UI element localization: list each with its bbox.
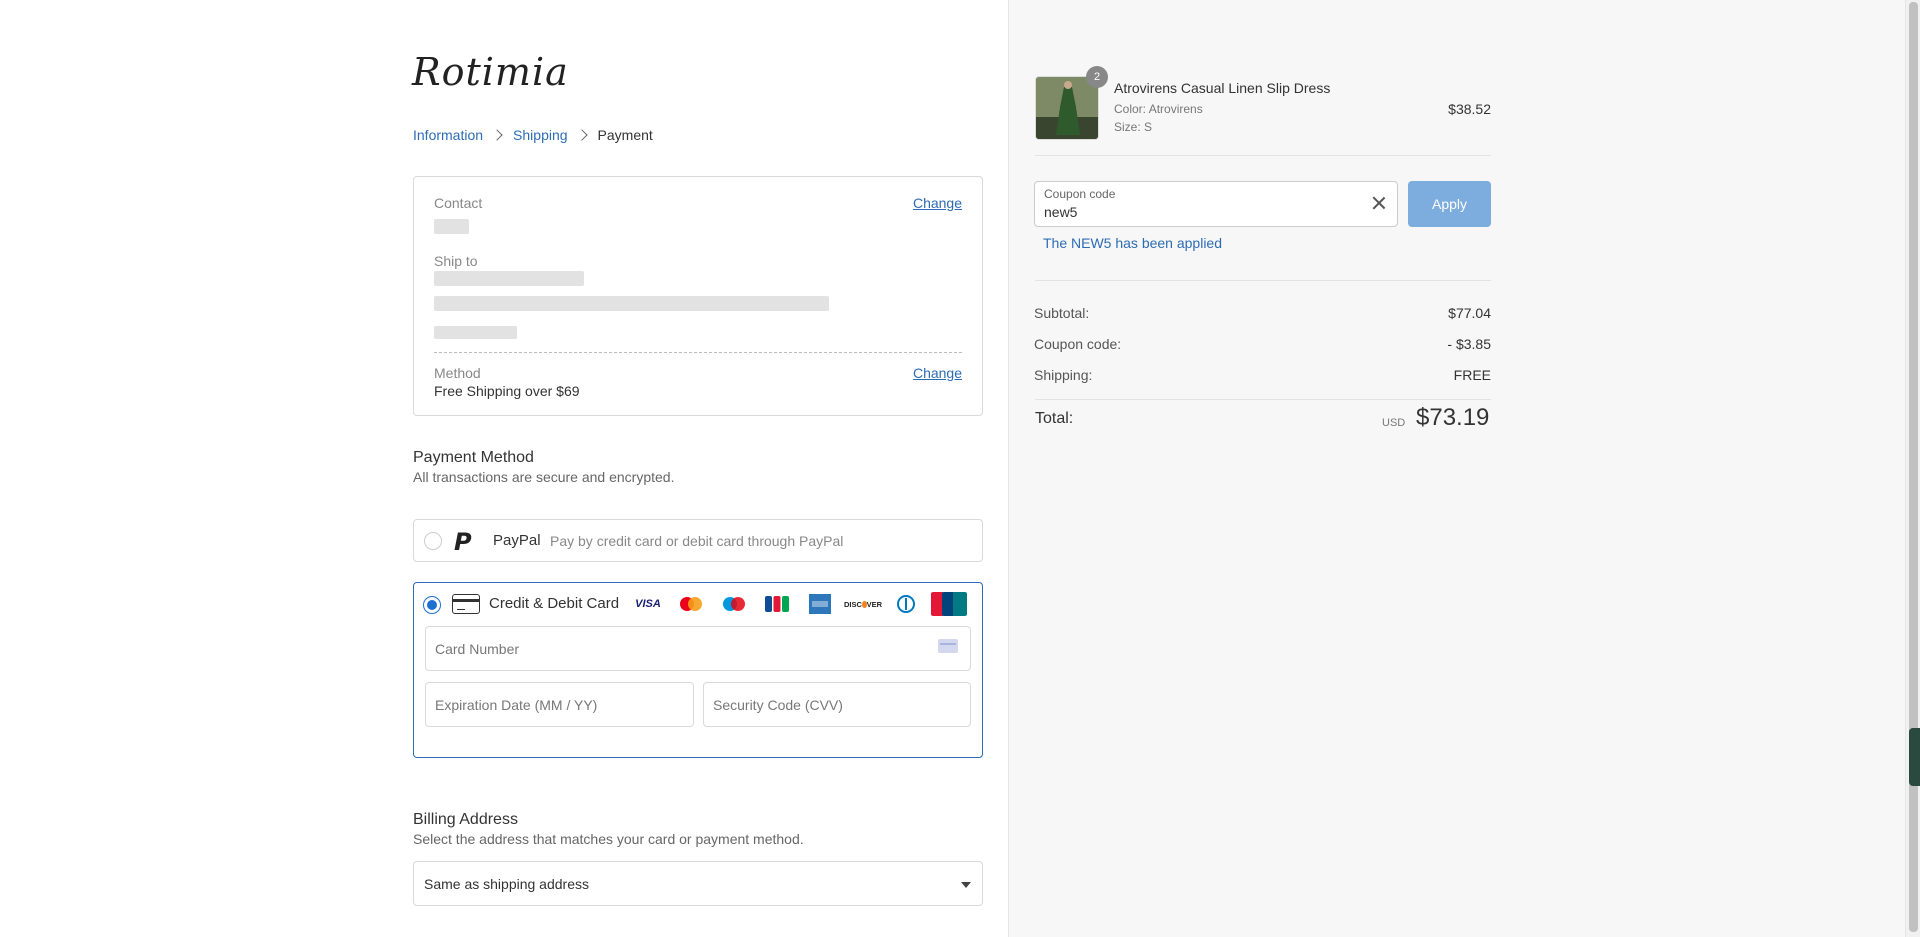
ship-to-line3-redacted (434, 326, 517, 339)
billing-address-selected-value: Same as shipping address (424, 876, 589, 892)
credit-card-icon (452, 594, 480, 614)
jcb-logo-icon (758, 592, 796, 616)
unionpay-logo-icon (930, 592, 968, 616)
cvv-input[interactable] (704, 683, 970, 726)
clear-coupon-icon[interactable] (1371, 195, 1387, 211)
shipping-row: Shipping: FREE (1034, 367, 1491, 383)
coupon-discount-value: - $3.85 (1447, 336, 1491, 352)
contact-label: Contact (434, 195, 483, 211)
quantity-badge: 2 (1086, 66, 1108, 88)
apply-coupon-button[interactable]: Apply (1408, 181, 1491, 227)
expiry-field[interactable] (425, 682, 694, 727)
total-currency: USD (1382, 417, 1406, 429)
expiry-input[interactable] (426, 683, 693, 726)
billing-address-subtitle: Select the address that matches your car… (413, 831, 804, 847)
change-contact-link[interactable]: Change (913, 195, 962, 211)
billing-address-select[interactable]: Same as shipping address (413, 861, 983, 906)
breadcrumb-payment: Payment (597, 127, 653, 143)
coupon-discount-row: Coupon code: - $3.85 (1034, 336, 1491, 352)
change-method-link[interactable]: Change (913, 365, 962, 381)
breadcrumb-information[interactable]: Information (413, 127, 483, 143)
card-number-field[interactable] (425, 626, 971, 671)
discover-logo-icon: DISC VER (844, 599, 882, 609)
paypal-label: PayPal (493, 532, 541, 549)
card-option[interactable]: Credit & Debit Card VISA DISC VER (413, 582, 983, 758)
side-widget-tab[interactable] (1909, 728, 1920, 786)
mastercard-logo-icon (672, 592, 710, 616)
brand-logo[interactable]: Rotimia (412, 50, 569, 94)
subtotal-value: $77.04 (1448, 305, 1491, 321)
cvv-field[interactable] (703, 682, 971, 727)
billing-address-title: Billing Address (413, 811, 518, 828)
product-color: Color: Atrovirens (1114, 102, 1203, 116)
product-size-value: S (1144, 120, 1153, 134)
method-label: Method (434, 365, 481, 381)
payment-method-subtitle: All transactions are secure and encrypte… (413, 469, 675, 485)
method-value: Free Shipping over $69 (434, 383, 580, 399)
paypal-icon: P (454, 528, 472, 556)
chevron-right-icon (491, 129, 503, 141)
visa-logo-icon: VISA (629, 592, 667, 616)
product-size: Size: S (1114, 120, 1152, 134)
divider (1035, 280, 1491, 281)
ship-to-line1-redacted (434, 271, 584, 286)
coupon-field[interactable]: Coupon code new5 (1034, 181, 1398, 227)
total-value: $73.19 (1416, 404, 1490, 431)
coupon-applied-message: The NEW5 has been applied (1043, 235, 1222, 251)
scrollbar-thumb[interactable] (1909, 2, 1918, 932)
coupon-input[interactable]: new5 (1044, 204, 1077, 220)
review-divider (434, 352, 962, 353)
divider (1035, 399, 1491, 400)
page-scrollbar[interactable] (1905, 0, 1920, 937)
subtotal-row: Subtotal: $77.04 (1034, 305, 1491, 321)
payment-method-title: Payment Method (413, 449, 534, 466)
product-price: $38.52 (1448, 101, 1491, 117)
diners-club-logo-icon (887, 592, 925, 616)
total-label: Total: (1035, 410, 1074, 427)
paypal-option[interactable]: P PayPal Pay by credit card or debit car… (413, 519, 983, 562)
maestro-logo-icon (715, 592, 753, 616)
breadcrumb: Information Shipping Payment (413, 127, 653, 143)
chevron-right-icon (575, 129, 588, 141)
coupon-label: Coupon code (1044, 187, 1116, 201)
card-number-card-icon (938, 639, 958, 653)
product-name: Atrovirens Casual Linen Slip Dress (1114, 80, 1331, 96)
paypal-description: Pay by credit card or debit card through… (550, 533, 844, 549)
subtotal-label: Subtotal: (1034, 305, 1090, 321)
product-size-label: Size: (1114, 120, 1141, 134)
paypal-radio[interactable] (424, 532, 442, 550)
product-color-label: Color: (1114, 102, 1147, 116)
checkout-main: Rotimia Information Shipping Payment Con… (0, 0, 1008, 937)
card-radio[interactable] (423, 596, 441, 614)
order-line-item: 2 Atrovirens Casual Linen Slip Dress Col… (1035, 66, 1491, 156)
amex-logo-icon (801, 592, 839, 616)
breadcrumb-shipping[interactable]: Shipping (513, 127, 568, 143)
ship-to-label: Ship to (434, 253, 478, 269)
caret-down-icon (961, 882, 971, 888)
contact-value-redacted (434, 219, 469, 234)
divider (1035, 155, 1491, 156)
ship-to-line2-redacted (434, 296, 829, 311)
shipping-value: FREE (1453, 367, 1491, 383)
coupon-discount-label: Coupon code: (1034, 336, 1122, 352)
product-color-value: Atrovirens (1148, 102, 1203, 116)
shipping-label: Shipping: (1034, 367, 1093, 383)
card-option-label: Credit & Debit Card (489, 595, 620, 612)
card-number-input[interactable] (426, 627, 970, 670)
review-box: Contact Change Ship to Method Change Fre… (413, 176, 983, 416)
